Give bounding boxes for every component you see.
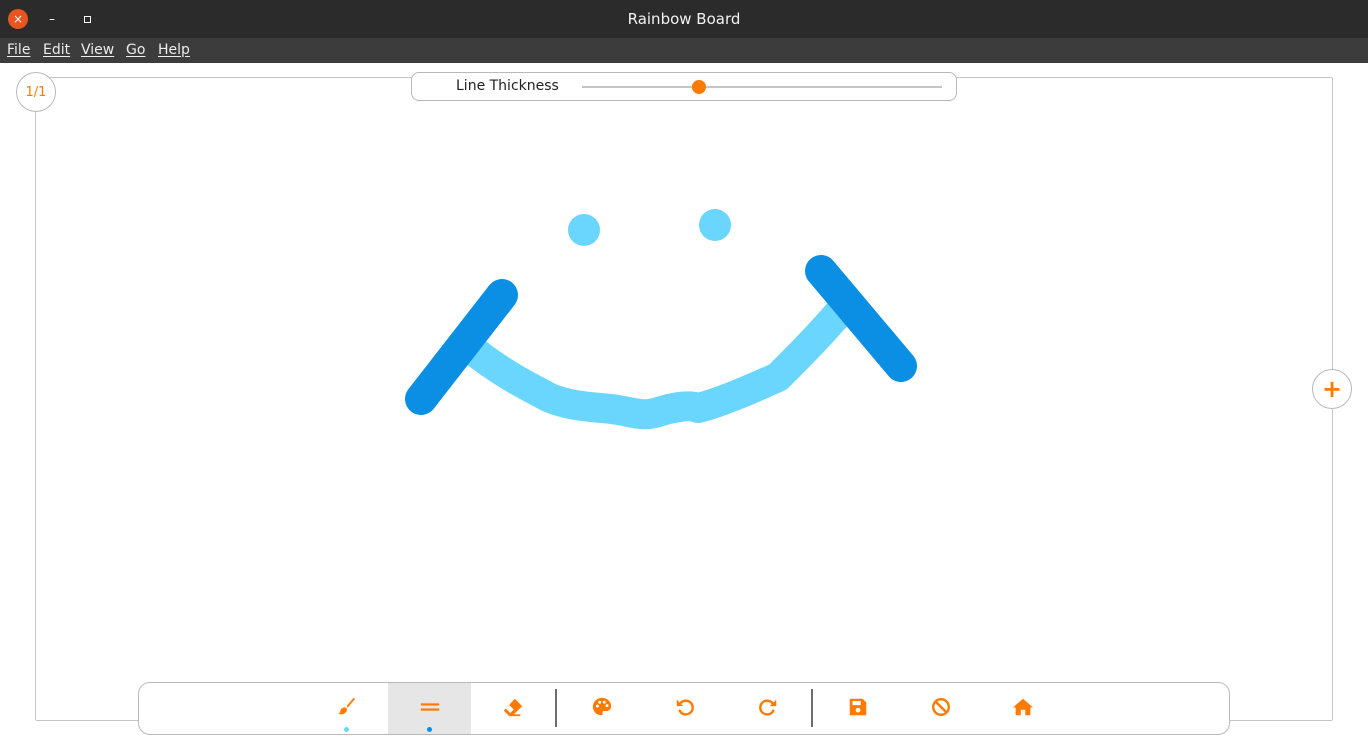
drawn-dot-right: [699, 209, 731, 241]
line-color-indicator: [427, 727, 432, 732]
save-button[interactable]: [816, 683, 899, 734]
page-counter[interactable]: 1/1: [16, 72, 56, 112]
undo-icon: [674, 696, 696, 722]
add-page-button[interactable]: +: [1312, 369, 1352, 409]
clear-button[interactable]: [899, 683, 982, 734]
slider-fill: [582, 86, 699, 88]
eraser-icon: [502, 696, 524, 722]
drawn-smile-curve: [455, 293, 858, 430]
line-tool-button[interactable]: [388, 683, 471, 734]
home-icon: [1012, 696, 1034, 722]
canvas-drawing: [405, 209, 917, 430]
clear-icon: [930, 696, 952, 722]
home-button[interactable]: [981, 683, 1064, 734]
redo-icon: [757, 696, 779, 722]
eraser-tool-button[interactable]: [471, 683, 554, 734]
toolbar-separator: [555, 689, 557, 727]
brush-icon: [336, 696, 358, 722]
line-icon: [419, 696, 441, 722]
tool-bar: [138, 682, 1230, 735]
save-icon: [847, 696, 869, 722]
toolbar-separator: [811, 689, 813, 727]
drawn-dot-left: [568, 214, 600, 246]
line-thickness-slider[interactable]: [582, 80, 942, 94]
brush-tool-button[interactable]: [305, 683, 388, 734]
undo-button[interactable]: [643, 683, 726, 734]
plus-icon: +: [1321, 375, 1343, 403]
brush-color-indicator: [344, 727, 349, 732]
redo-button[interactable]: [726, 683, 809, 734]
line-thickness-label: Line Thickness: [456, 78, 559, 94]
slider-thumb[interactable]: [692, 80, 706, 94]
palette-button[interactable]: [560, 683, 643, 734]
line-thickness-panel: Line Thickness: [411, 72, 957, 101]
palette-icon: [591, 696, 613, 722]
